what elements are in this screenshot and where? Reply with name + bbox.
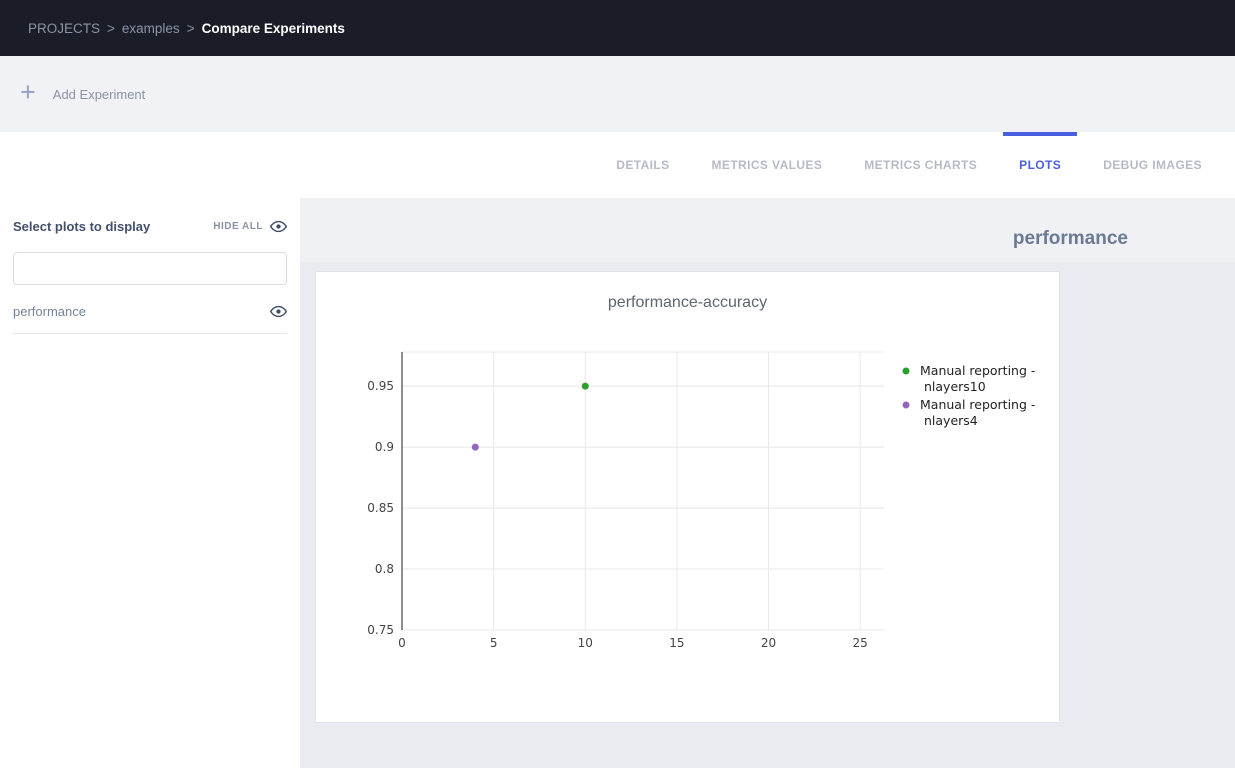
x-tick-label: 20 — [761, 636, 776, 650]
plot-list-item-performance: performance — [13, 303, 287, 334]
legend-marker — [903, 368, 910, 375]
y-tick-label: 0.8 — [375, 562, 394, 576]
breadcrumb-separator: > — [187, 21, 195, 36]
breadcrumb-current-page: Compare Experiments — [202, 21, 345, 36]
breadcrumb-examples[interactable]: examples — [122, 21, 180, 36]
plot-filter-input[interactable] — [13, 252, 287, 285]
sidebar-header: Select plots to display HIDE ALL — [13, 218, 287, 235]
tab-metrics-charts[interactable]: METRICS CHARTS — [843, 132, 998, 198]
breadcrumb-bar: PROJECTS > examples > Compare Experiment… — [0, 0, 1235, 56]
legend-label: nlayers10 — [924, 379, 986, 394]
y-tick-label: 0.95 — [367, 379, 394, 393]
breadcrumb-separator: > — [107, 21, 115, 36]
legend-label: nlayers4 — [924, 413, 978, 428]
eye-icon — [270, 218, 287, 235]
toolbar: + Add Experiment — [0, 56, 1235, 132]
y-tick-label: 0.75 — [367, 623, 394, 637]
tab-bar: DETAILS METRICS VALUES METRICS CHARTS PL… — [0, 132, 1235, 198]
y-tick-label: 0.9 — [375, 440, 394, 454]
sidebar-title: Select plots to display — [13, 219, 150, 234]
tab-details[interactable]: DETAILS — [595, 132, 690, 198]
app-window: PROJECTS > examples > Compare Experiment… — [0, 0, 1235, 768]
data-point — [582, 383, 589, 390]
tab-debug-images[interactable]: DEBUG IMAGES — [1082, 132, 1223, 198]
x-tick-label: 10 — [578, 636, 593, 650]
legend-label: Manual reporting - — [920, 397, 1035, 412]
plots-panel: performance performance-accuracy 0.75 0.8… — [300, 198, 1235, 768]
x-tick-label: 5 — [490, 636, 498, 650]
legend-label: Manual reporting - — [920, 363, 1035, 378]
performance-accuracy-scatter-plot[interactable]: 0.75 0.8 0.85 0.9 0.95 0 5 10 15 20 25 Manual repor… — [316, 332, 1059, 672]
plot-grid: 0.75 0.8 0.85 0.9 0.95 0 5 10 15 20 25 — [367, 352, 884, 650]
tab-plots[interactable]: PLOTS — [998, 132, 1082, 198]
tab-metrics-values[interactable]: METRICS VALUES — [691, 132, 844, 198]
legend-item[interactable]: Manual reporting -nlayers4 — [903, 397, 1036, 428]
x-tick-label: 0 — [398, 636, 406, 650]
add-experiment-label: Add Experiment — [53, 87, 146, 102]
plot-item-label[interactable]: performance — [13, 304, 86, 319]
plot-title: performance-accuracy — [316, 272, 1059, 312]
x-tick-label: 15 — [669, 636, 684, 650]
x-tick-label: 25 — [853, 636, 868, 650]
eye-toggle-icon[interactable] — [270, 303, 287, 320]
plot-selector-sidebar: Select plots to display HIDE ALL perform… — [0, 198, 300, 768]
y-tick-label: 0.85 — [367, 501, 394, 515]
metric-group-title: performance — [1013, 228, 1128, 250]
hide-all-label: HIDE ALL — [213, 221, 263, 232]
content-area: Select plots to display HIDE ALL perform… — [0, 198, 1235, 768]
add-experiment-button[interactable]: + Add Experiment — [20, 82, 145, 106]
hide-all-button[interactable]: HIDE ALL — [213, 218, 287, 235]
legend-item[interactable]: Manual reporting -nlayers10 — [903, 363, 1036, 394]
data-point — [472, 444, 479, 451]
metric-group-header: performance — [300, 198, 1235, 262]
plot-card: performance-accuracy 0.750.80.850.90.950… — [316, 272, 1059, 722]
plus-icon: + — [20, 79, 36, 106]
legend-marker — [903, 402, 910, 409]
breadcrumb-projects[interactable]: PROJECTS — [28, 21, 100, 36]
